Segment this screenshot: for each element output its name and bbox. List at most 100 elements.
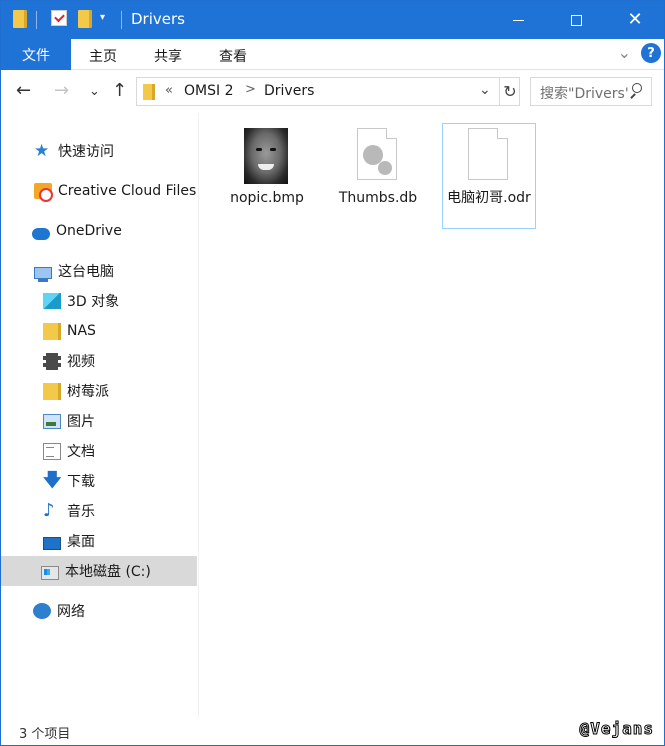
file-item-nopic-bmp[interactable]: nopic.bmp <box>220 123 314 229</box>
sidebar-item-downloads[interactable]: 🡇 下载 <box>1 466 197 496</box>
window-title: Drivers <box>131 10 185 28</box>
forward-arrow-icon[interactable]: → <box>54 80 69 101</box>
sidebar-item-label: 本地磁盘 (C:) <box>65 564 151 580</box>
file-item-odr[interactable]: 电脑初哥.odr <box>442 123 536 229</box>
recent-locations-chevron-icon[interactable]: ⌄ <box>89 84 100 99</box>
local-disk-icon <box>41 566 59 580</box>
sidebar-item-music[interactable]: ♪ 音乐 <box>1 496 197 526</box>
music-icon: ♪ <box>43 500 55 521</box>
new-folder-icon[interactable] <box>78 10 92 28</box>
breadcrumb-omsi2[interactable]: OMSI 2 <box>184 83 233 99</box>
sidebar-item-nas[interactable]: NAS <box>1 316 197 346</box>
maximize-button[interactable] <box>547 1 605 39</box>
sidebar-item-onedrive[interactable]: OneDrive <box>1 216 197 246</box>
minimize-button[interactable] <box>489 1 547 39</box>
gear-small <box>378 161 392 175</box>
sidebar-item-label: 这台电脑 <box>58 264 114 280</box>
navigation-pane: ★ 快速访问 Creative Cloud Files OneDrive 这台电… <box>1 113 199 717</box>
breadcrumb-overflow[interactable]: « <box>165 83 173 98</box>
sidebar-item-quick-access[interactable]: ★ 快速访问 <box>1 136 197 166</box>
sidebar-item-raspberry-pi[interactable]: 树莓派 <box>1 376 197 406</box>
explorer-window: ▾ Drivers ✕ 文件 主页 共享 查看 ⌄ ? ← → ⌄ ↑ « OM… <box>0 0 665 746</box>
search-icon[interactable] <box>629 83 643 99</box>
sidebar-item-label: 网络 <box>57 604 85 620</box>
help-icon[interactable]: ? <box>641 43 661 63</box>
title-bar[interactable]: ▾ Drivers ✕ <box>1 1 664 39</box>
sidebar-item-label: 图片 <box>67 414 95 430</box>
chevron-down-icon[interactable]: ▾ <box>100 12 105 23</box>
thumbnail-eye <box>256 148 262 151</box>
close-icon: ✕ <box>627 9 643 30</box>
breadcrumb-separator-icon[interactable]: > <box>245 82 256 97</box>
ribbon: 文件 主页 共享 查看 ⌄ ? <box>1 39 664 70</box>
sidebar-item-documents[interactable]: 文档 <box>1 436 197 466</box>
minimize-icon <box>512 19 524 21</box>
sidebar-item-3d-objects[interactable]: 3D 对象 <box>1 286 197 316</box>
breadcrumb-drivers[interactable]: Drivers <box>264 83 314 99</box>
navigation-bar: ← → ⌄ ↑ « OMSI 2 > Drivers ⌄ ↻ 搜索"Driver… <box>1 71 664 113</box>
thumbnail-mouth <box>258 164 274 170</box>
sidebar-item-label: NAS <box>67 323 96 339</box>
title-separator <box>121 11 122 29</box>
creative-cloud-icon <box>34 183 53 202</box>
sidebar-item-label: 下载 <box>67 474 95 490</box>
sidebar-item-network[interactable]: 网络 <box>1 596 197 626</box>
this-pc-icon <box>34 267 52 282</box>
search-placeholder: 搜索"Drivers" <box>540 86 628 102</box>
sidebar-item-label: 快速访问 <box>58 144 114 160</box>
onedrive-cloud-icon <box>32 228 50 240</box>
maximize-icon <box>570 14 582 26</box>
close-button[interactable]: ✕ <box>606 1 664 39</box>
quick-access-star-icon: ★ <box>34 141 50 161</box>
address-dropdown-chevron-icon[interactable]: ⌄ <box>479 82 491 98</box>
properties-icon[interactable] <box>51 10 67 26</box>
sidebar-item-desktop[interactable]: 桌面 <box>1 526 197 556</box>
up-arrow-icon[interactable]: ↑ <box>112 80 127 101</box>
tab-home[interactable]: 主页 <box>89 46 117 66</box>
expand-ribbon-chevron-icon[interactable]: ⌄ <box>618 43 631 62</box>
folder-icon <box>43 322 61 340</box>
file-name: Thumbs.db <box>338 190 418 206</box>
refresh-icon[interactable]: ↻ <box>499 78 520 105</box>
3d-objects-icon <box>43 293 61 309</box>
watermark: @Vejans <box>579 719 654 739</box>
sidebar-item-videos[interactable]: 视频 <box>1 346 197 376</box>
sidebar-item-label: 桌面 <box>67 534 95 550</box>
tab-view[interactable]: 查看 <box>219 46 247 66</box>
sidebar-item-label: 3D 对象 <box>67 294 120 310</box>
sidebar-item-creative-cloud[interactable]: Creative Cloud Files <box>1 176 197 206</box>
system-file-gear-icon <box>357 128 397 180</box>
sidebar-item-pictures[interactable]: 图片 <box>1 406 197 436</box>
bitmap-thumbnail-icon <box>244 128 288 184</box>
sidebar-item-label: OneDrive <box>56 223 122 239</box>
status-bar: 3 个项目 @Vejans <box>1 717 664 745</box>
folder-icon <box>43 382 61 400</box>
file-list[interactable]: nopic.bmp Thumbs.db 电脑初哥.odr <box>200 113 664 717</box>
blank-file-icon <box>468 128 508 180</box>
download-icon: 🡇 <box>43 470 62 491</box>
sidebar-item-label: 音乐 <box>67 504 95 520</box>
file-name: nopic.bmp <box>230 190 304 206</box>
sidebar-item-local-disk-c[interactable]: 本地磁盘 (C:) <box>1 556 197 586</box>
back-arrow-icon[interactable]: ← <box>16 80 31 101</box>
search-handle <box>630 93 636 99</box>
network-icon <box>33 603 51 619</box>
file-item-thumbs-db[interactable]: Thumbs.db <box>331 123 425 229</box>
address-bar[interactable]: « OMSI 2 > Drivers ⌄ ↻ <box>136 77 520 106</box>
sidebar-item-label: 文档 <box>67 444 95 460</box>
quick-access-separator <box>36 11 37 29</box>
sidebar-item-label: 树莓派 <box>67 384 109 400</box>
video-icon <box>43 352 61 370</box>
search-box[interactable]: 搜索"Drivers" <box>530 77 652 106</box>
sidebar-item-label: 视频 <box>67 354 95 370</box>
tab-file[interactable]: 文件 <box>1 39 71 70</box>
pictures-icon <box>43 413 61 429</box>
folder-icon <box>143 84 155 100</box>
file-name: 电脑初哥.odr <box>447 190 531 206</box>
folder-icon <box>13 10 27 28</box>
item-count: 3 个项目 <box>19 727 71 742</box>
sidebar-item-label: Creative Cloud Files <box>58 183 197 199</box>
tab-share[interactable]: 共享 <box>154 46 182 66</box>
desktop-icon <box>43 536 61 550</box>
sidebar-item-this-pc[interactable]: 这台电脑 <box>1 256 197 286</box>
